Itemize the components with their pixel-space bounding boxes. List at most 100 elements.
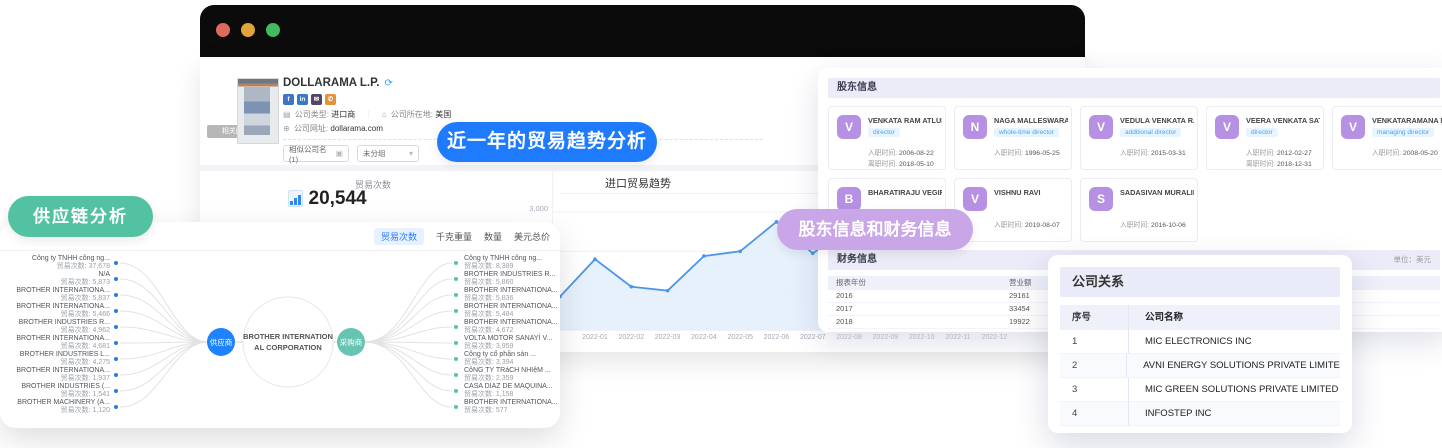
buyer-item[interactable]: BROTHER INTERNATIONA... 贸易次数: 577 <box>464 399 558 415</box>
join-date: 入职时间: 2015-03-31 <box>1120 150 1186 157</box>
role-badge: director <box>1246 128 1278 137</box>
supplier-item[interactable]: BROTHER INTERNATIONA... 贸易次数: 5,837 <box>16 287 110 303</box>
finance-revenue: 19922 <box>1009 317 1030 326</box>
supplier-name: BROTHER INTERNATIONA... <box>16 335 110 342</box>
company-location-value: 美国 <box>435 110 452 119</box>
chevron-down-icon: ▾ <box>408 149 413 158</box>
avatar: V <box>1215 115 1239 139</box>
buyer-count: 贸易次数: 2,359 <box>464 375 514 382</box>
relations-col-index: 序号 <box>1060 305 1129 330</box>
relation-company-name: INFOSTEP INC <box>1145 408 1212 419</box>
buyer-item[interactable]: BROTHER INTERNATIONA... 贸易次数: 5,484 <box>464 303 558 319</box>
y-axis-tick: 3,000 <box>529 204 548 213</box>
shareholder-card: V VENKATA RAM ATLURI director 入职时间: 2006-08… <box>828 106 946 170</box>
group-select[interactable]: 未分组 ▾ <box>357 145 419 162</box>
join-date: 入职时间: 2006-08-22 <box>868 150 934 157</box>
relations-header-row: 序号 公司名称 <box>1060 305 1340 330</box>
relations-row[interactable]: 4 INFOSTEP INC <box>1060 402 1340 426</box>
svg-text:采购商: 采购商 <box>340 337 363 347</box>
buyer-name: VOLTA MOTOR SANAYİ V... <box>464 335 553 342</box>
shareholder-name: VENKATA RAM ATLURI <box>868 116 942 125</box>
supplier-item[interactable]: BROTHER INTERNATIONA... 贸易次数: 1,937 <box>16 367 110 383</box>
supplier-item[interactable]: Công ty TNHH công ng... 贸易次数: 37,678 <box>32 255 110 271</box>
buyer-item[interactable]: VOLTA MOTOR SANAYİ V... 贸易次数: 3,959 <box>464 335 552 351</box>
company-info-row: ▤ 公司类型: 进口商 ｜ ⌂ 公司所在地: 美国 <box>283 110 452 119</box>
shareholder-info-pill: 股东信息和财务信息 <box>777 209 973 250</box>
traffic-light-zoom-icon[interactable] <box>266 23 280 37</box>
finance-revenue: 33454 <box>1009 304 1030 313</box>
buyer-name: Công ty TNHH công ng... <box>464 255 543 262</box>
svg-text:供应商: 供应商 <box>210 337 233 347</box>
buyer-count: 贸易次数: 8,389 <box>464 263 514 270</box>
shareholder-name: VENKATARAMANA MAG... <box>1372 116 1442 125</box>
buyer-item[interactable]: Công ty cổ phần sản ... 贸易次数: 3,394 <box>464 351 536 367</box>
svg-text:BROTHER INTERNATION: BROTHER INTERNATION <box>243 332 333 341</box>
buyer-name: BROTHER INTERNATIONA... <box>464 287 558 294</box>
buyer-item[interactable]: BROTHER INTERNATIONA... 贸易次数: 5,836 <box>464 287 558 303</box>
buyer-item[interactable]: BROTHER INDUSTRIES R... 贸易次数: 5,860 <box>464 271 555 287</box>
company-website-value[interactable]: dollarama.com <box>330 124 382 133</box>
supplier-count: 贸易次数: 37,678 <box>56 263 110 270</box>
buyer-name: CôNG TY TRáCH NHIệM ... <box>464 367 551 374</box>
leave-date: 离职时间: 2018-05-10 <box>868 161 934 168</box>
buyer-item[interactable]: Công ty TNHH công ng... 贸易次数: 8,389 <box>464 255 542 271</box>
buyer-item[interactable]: CASA DIAZ DE MAQUINA... 贸易次数: 1,158 <box>464 383 553 399</box>
buyer-count: 贸易次数: 5,836 <box>464 295 514 302</box>
avatar: N <box>963 115 987 139</box>
finance-col-revenue: 营业额 <box>1009 278 1032 287</box>
relations-row[interactable]: 3 MIC GREEN SOLUTIONS PRIVATE LIMITED <box>1060 378 1340 402</box>
finance-col-year: 报表年份 <box>836 278 866 287</box>
traffic-light-close-icon[interactable] <box>216 23 230 37</box>
supplier-count: 贸易次数: 4,681 <box>60 343 110 350</box>
supplier-item[interactable]: BROTHER INTERNATIONA... 贸易次数: 5,466 <box>16 303 110 319</box>
supplier-item[interactable]: BROTHER INDUSTRIES L... 贸易次数: 4,275 <box>20 351 110 367</box>
x-axis-tick: 2022-04 <box>691 334 717 341</box>
trade-count-stat: 20,544 <box>288 188 367 209</box>
buyer-name: BROTHER INDUSTRIES R... <box>464 271 556 278</box>
supplier-name: BROTHER INTERNATIONA... <box>16 287 110 294</box>
shareholder-card: V VENKATARAMANA MAG... managing director 入职… <box>1332 106 1442 170</box>
supplier-item[interactable]: BROTHER INTERNATIONA... 贸易次数: 4,681 <box>16 335 110 351</box>
trade-count-value: 20,544 <box>308 188 367 209</box>
supplier-count: 贸易次数: 1,120 <box>60 407 110 414</box>
supplier-item[interactable]: N/A 贸易次数: 5,873 <box>61 271 110 287</box>
join-date: 入职时间: 1996-05-25 <box>994 150 1060 157</box>
supply-chain-pill: 供应链分析 <box>8 196 153 237</box>
shareholder-section-header: 股东信息 <box>828 78 1440 98</box>
shareholder-name: BHARATIRAJU VEGIRAJU <box>868 188 942 197</box>
linkedin-icon[interactable]: in <box>297 94 308 105</box>
buyer-item[interactable]: CôNG TY TRáCH NHIệM ... 贸易次数: 2,359 <box>464 367 551 383</box>
similar-company-select[interactable]: 相似公司名(1) ▣ <box>283 145 349 164</box>
role-badge: managing director <box>1372 128 1435 137</box>
traffic-light-minimize-icon[interactable] <box>241 23 255 37</box>
supplier-item[interactable]: BROTHER INDUSTRIES R... 贸易次数: 4,962 <box>19 319 110 335</box>
finance-revenue: 29161 <box>1009 291 1030 300</box>
supplier-name: Công ty TNHH công ng... <box>31 255 110 262</box>
supplier-count: 贸易次数: 5,873 <box>60 279 110 286</box>
role-badge: additional director <box>1120 128 1182 137</box>
join-date: 入职时间: 2012-02-27 <box>1246 150 1312 157</box>
supplier-node[interactable]: 供应商 <box>207 328 235 356</box>
facebook-icon[interactable]: f <box>283 94 294 105</box>
finance-unit: 单位：美元 <box>1393 255 1432 264</box>
refresh-icon[interactable]: ⟳ <box>384 78 392 89</box>
join-date: 入职时间: 2019-08-07 <box>994 222 1060 229</box>
supplier-count: 贸易次数: 4,275 <box>60 359 110 366</box>
supplier-item[interactable]: BROTHER MACHINERY (A... 贸易次数: 1,120 <box>17 399 110 415</box>
supply-chain-panel: 贸易次数 千克重量 数量 美元总价 BROTHER INTERNATION AL COR… <box>0 222 560 428</box>
chart-title: 进口贸易趋势 <box>605 178 671 190</box>
email-icon[interactable]: ✉ <box>311 94 322 105</box>
buyer-count: 贸易次数: 577 <box>464 407 508 414</box>
relations-row[interactable]: 2 AVNI ENERGY SOLUTIONS PRIVATE LIMITED <box>1060 354 1340 378</box>
relation-index: 2 <box>1060 354 1128 377</box>
shareholder-name: SADASIVAN MURALIKR... <box>1120 188 1194 197</box>
supplier-item[interactable]: BROTHER INDUSTRIES (... 贸易次数: 1,541 <box>21 383 110 399</box>
relation-index: 3 <box>1060 378 1129 401</box>
phone-icon[interactable]: ✆ <box>325 94 336 105</box>
buyer-node[interactable]: 采购商 <box>337 328 365 356</box>
supplier-name: BROTHER INTERNATIONA... <box>16 303 110 310</box>
buyer-item[interactable]: BROTHER INTERNATIONA... 贸易次数: 4,672 <box>464 319 558 335</box>
supplier-name: BROTHER MACHINERY (A... <box>17 399 110 406</box>
relations-row[interactable]: 1 MIC ELECTRONICS INC <box>1060 330 1340 354</box>
buyer-count: 贸易次数: 5,860 <box>464 279 514 286</box>
